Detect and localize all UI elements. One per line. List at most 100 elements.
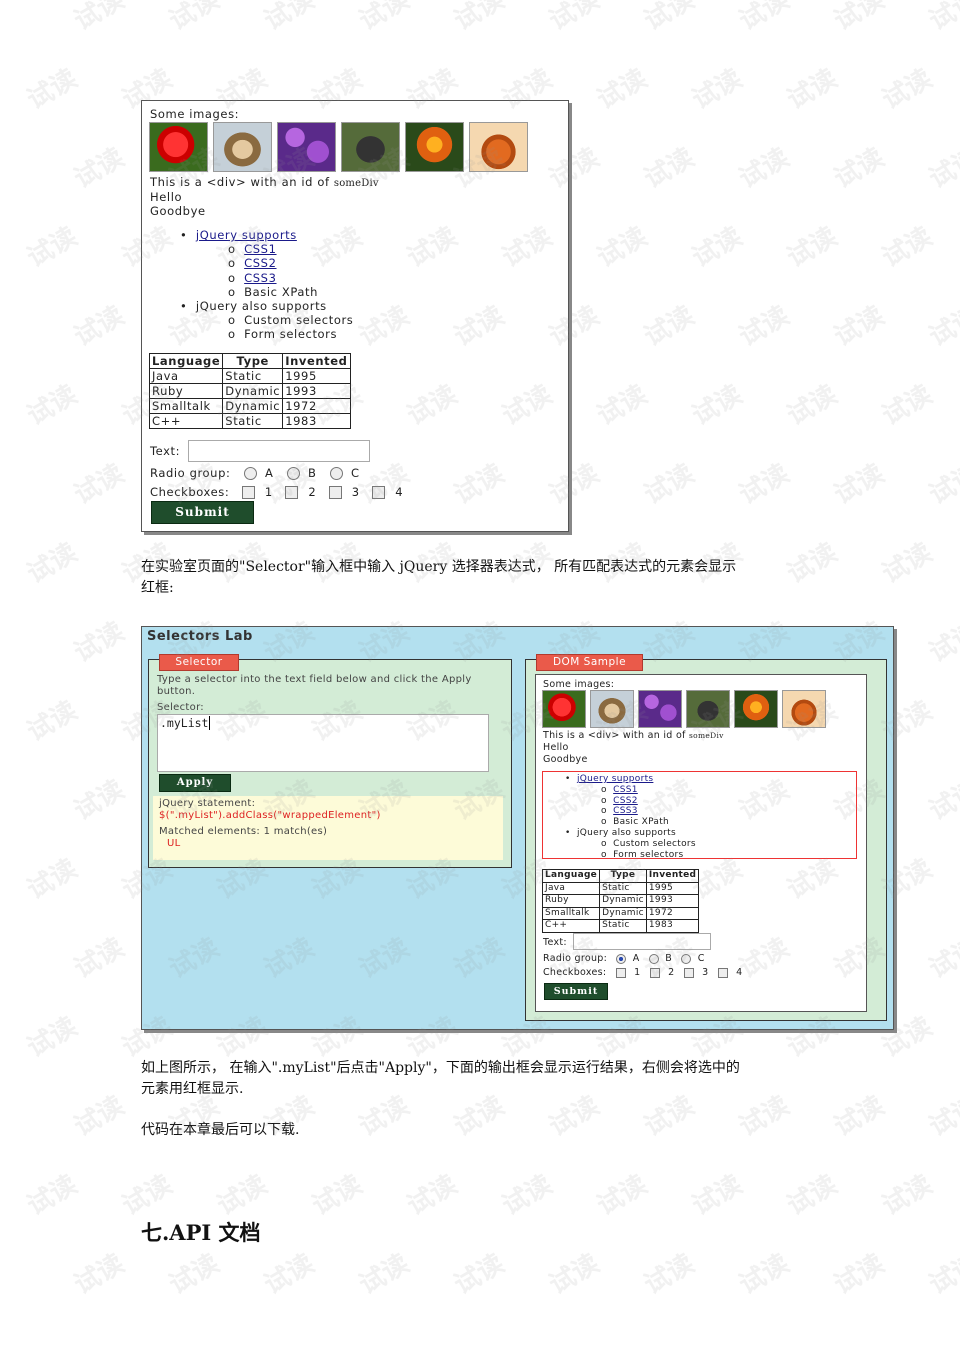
watermark-text: 试读 (592, 63, 653, 116)
watermark-text: 试读 (69, 300, 130, 353)
text-input[interactable] (573, 933, 711, 950)
watermark-text: 试读 (924, 616, 960, 669)
table-cell: Java (541, 881, 601, 895)
watermark-text: 试读 (829, 458, 890, 511)
watermark-text: 试读 (69, 1248, 130, 1301)
submit-button[interactable]: Submit (151, 501, 254, 524)
dom-sample-fieldset: DOM Sample Some images: This is a <div> … (525, 654, 887, 1021)
list-item: o Basic XPath (601, 817, 670, 828)
list-item: o Form selectors (601, 849, 684, 860)
watermark-text: 试读 (734, 300, 795, 353)
radio-b[interactable] (648, 953, 659, 964)
watermark-text: 试读 (924, 774, 960, 827)
watermark-text: 试读 (639, 1248, 700, 1301)
checkbox-group-label: Checkboxes: (543, 967, 607, 978)
dom-sample-legend: DOM Sample (536, 654, 643, 671)
some-images-label: Some images: (150, 107, 240, 121)
watermark-text: 试读 (22, 853, 83, 906)
radio-label: A (632, 953, 640, 964)
radio-label: A (264, 466, 274, 480)
watermark-text: 试读 (164, 0, 225, 37)
table-cell: C++ (148, 413, 224, 429)
css1-link[interactable]: CSS1 (613, 785, 638, 795)
checkbox-label: 1 (264, 485, 273, 499)
watermark-text: 试读 (117, 1169, 178, 1222)
checkbox-4[interactable] (371, 486, 385, 499)
column-header: Type (222, 353, 284, 369)
also-supports-text: jQuery also supports (195, 299, 327, 314)
watermark-text: 试读 (782, 63, 843, 116)
column-header: Type (599, 869, 647, 883)
css3-link[interactable]: CSS3 (613, 806, 638, 816)
radio-c[interactable] (681, 953, 692, 964)
radio-b[interactable] (286, 467, 300, 480)
image-strip (542, 690, 826, 728)
checkbox-1[interactable] (241, 486, 255, 499)
jquery-supports-link[interactable]: jQuery supports (196, 228, 297, 242)
css2-link[interactable]: CSS2 (613, 796, 638, 806)
watermark-text: 试读 (69, 1090, 130, 1143)
watermark-text: 试读 (924, 1090, 960, 1143)
list-item: o CSS1 (601, 784, 638, 795)
some-images-label: Some images: (543, 679, 615, 690)
table-cell: 1993 (282, 383, 351, 399)
selector-fieldset: Selector Type a selector into the text f… (148, 654, 512, 868)
selector-input-value: .myList (160, 716, 209, 730)
submit-button[interactable]: Submit (544, 983, 608, 1000)
dog-icon (590, 690, 634, 728)
watermark-text: 试读 (544, 0, 605, 37)
table-cell: 1983 (645, 919, 700, 933)
selector-input[interactable]: .myList (157, 714, 489, 772)
watermark-text: 试读 (307, 1169, 368, 1222)
radio-label: C (697, 953, 705, 964)
radio-a[interactable] (616, 953, 627, 964)
statement-text: $(".myList").addClass("wrappedElement") (159, 810, 381, 821)
watermark-text: 试读 (924, 932, 960, 985)
jquery-supports-link[interactable]: jQuery supports (577, 774, 653, 784)
watermark-text: 试读 (69, 0, 130, 37)
css3-link[interactable]: CSS3 (244, 271, 276, 285)
watermark-text: 试读 (22, 221, 83, 274)
statement-label: jQuery statement: (159, 798, 256, 809)
watermark-text: 试读 (924, 458, 960, 511)
watermark-text: 试读 (592, 221, 653, 274)
paragraph-3: 代码在本章最后可以下载. (141, 1122, 300, 1138)
table-cell: Ruby (148, 383, 224, 399)
text-input[interactable] (188, 440, 370, 462)
checkbox-3[interactable] (328, 486, 342, 499)
column-header: Language (148, 353, 224, 369)
dog-icon (341, 122, 400, 172)
apply-button[interactable]: Apply (159, 774, 231, 792)
watermark-text: 试读 (877, 1169, 938, 1222)
watermark-text: 试读 (877, 379, 938, 432)
watermark-text: 试读 (829, 142, 890, 195)
watermark-text: 试读 (687, 379, 748, 432)
form-selectors-text: Form selectors (613, 849, 684, 860)
div-id: someDiv (333, 178, 379, 189)
watermark-text: 试读 (259, 0, 320, 37)
watermark-text: 试读 (212, 1169, 273, 1222)
radio-a[interactable] (243, 467, 257, 480)
css1-link[interactable]: CSS1 (244, 242, 276, 256)
watermark-text: 试读 (402, 1169, 463, 1222)
checkbox-3[interactable] (683, 967, 694, 978)
teapot-icon (782, 690, 826, 728)
checkbox-1[interactable] (615, 967, 626, 978)
text-cursor (209, 716, 211, 730)
watermark-text: 试读 (639, 458, 700, 511)
watermark-text: 试读 (449, 1248, 510, 1301)
checkbox-2[interactable] (285, 486, 299, 499)
custom-selectors-text: Custom selectors (244, 313, 354, 328)
radio-c[interactable] (329, 467, 343, 480)
matched-tag: UL (167, 838, 181, 849)
watermark-text: 试读 (69, 142, 130, 195)
watermark-text: 试读 (782, 1169, 843, 1222)
checkbox-4[interactable] (717, 967, 728, 978)
css2-link[interactable]: CSS2 (244, 256, 276, 270)
watermark-text: 试读 (924, 0, 960, 37)
watermark-text: 试读 (22, 379, 83, 432)
list-item: • jQuery also supports (565, 827, 676, 838)
checkbox-2[interactable] (649, 967, 660, 978)
highlighted-list: • jQuery supports o CSS1 o CSS2 o CSS3 o… (542, 771, 857, 860)
list-item: o CSS2 (601, 795, 638, 806)
